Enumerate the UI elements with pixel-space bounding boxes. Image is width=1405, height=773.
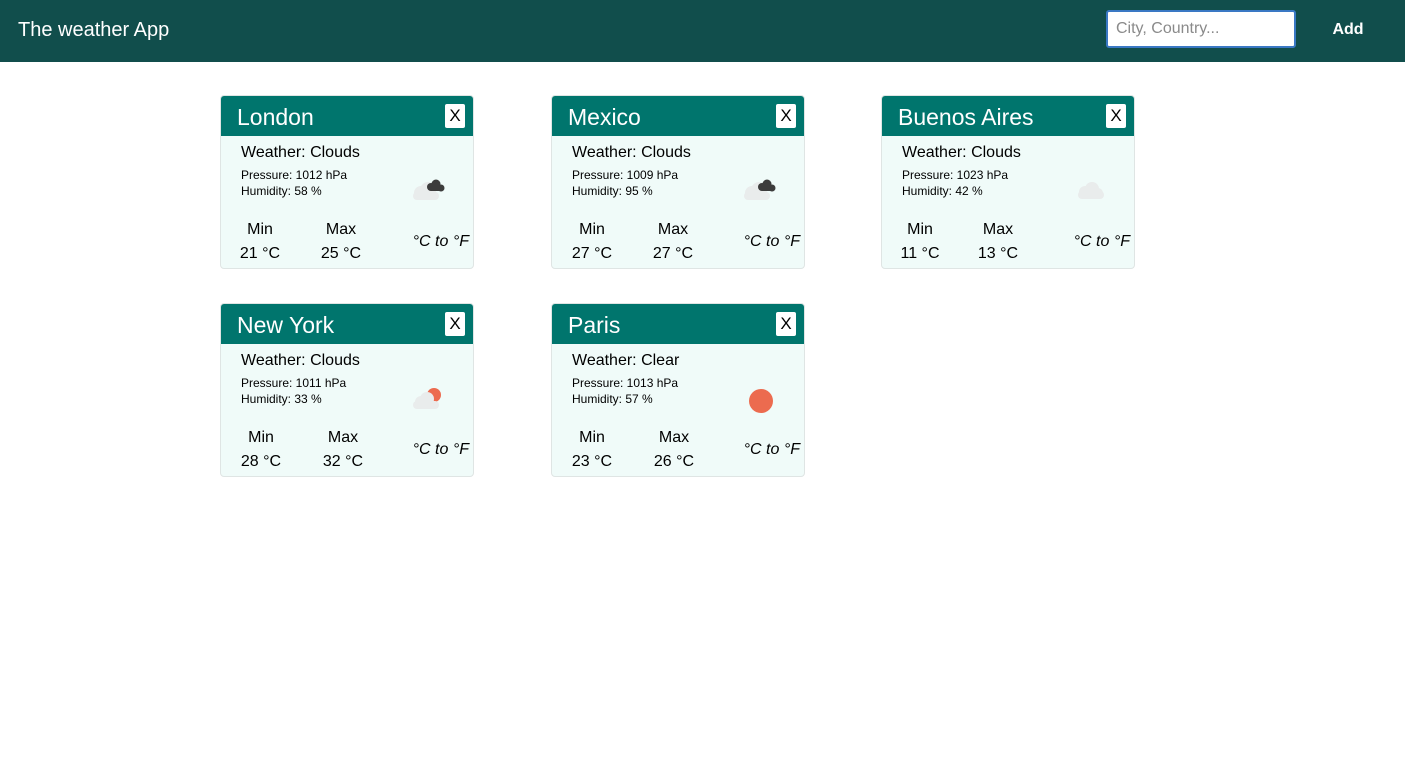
card-header: New York X	[221, 304, 473, 344]
pressure-text: Pressure: 1011 hPa	[241, 376, 347, 390]
city-name: Buenos Aires	[898, 104, 1034, 130]
humidity-text: Humidity: 57 %	[572, 392, 653, 406]
humidity-text: Humidity: 33 %	[241, 392, 322, 406]
min-label: Min	[579, 429, 605, 446]
card-header: Mexico X	[552, 96, 804, 136]
scattered-clouds-icon	[1078, 182, 1104, 199]
broken-clouds-icon	[744, 179, 776, 200]
remove-card-button[interactable]: X	[776, 104, 796, 128]
min-label: Min	[248, 429, 274, 446]
humidity-text: Humidity: 58 %	[241, 184, 322, 198]
broken-clouds-icon	[413, 179, 445, 200]
weather-card-paris: Paris X Weather: Clear Pressure: 1013 hP…	[551, 303, 805, 477]
weather-card-new-york: New York X Weather: Clouds Pressure: 101…	[220, 303, 474, 477]
unit-toggle[interactable]: °C to °F	[397, 232, 469, 252]
weather-condition: Weather: Clouds	[572, 144, 691, 161]
city-search-input[interactable]	[1106, 10, 1296, 48]
max-label: Max	[327, 429, 359, 446]
max-label: Max	[325, 221, 357, 238]
clear-sky-icon	[749, 389, 773, 413]
min-temp: 11 °C	[900, 245, 940, 262]
weather-card-london: London X Weather: Clouds Pressure: 1012 …	[220, 95, 474, 269]
card-header: Buenos Aires X	[882, 96, 1134, 136]
remove-card-button[interactable]: X	[776, 312, 796, 336]
weather-card-buenos-aires: Buenos Aires X Weather: Clouds Pressure:…	[881, 95, 1135, 269]
max-label: Max	[657, 221, 689, 238]
unit-toggle[interactable]: °C to °F	[1058, 232, 1130, 252]
remove-card-button[interactable]: X	[1106, 104, 1126, 128]
min-temp: 21 °C	[239, 245, 281, 262]
card-header: Paris X	[552, 304, 804, 344]
city-name: Mexico	[568, 104, 641, 130]
min-temp: 27 °C	[571, 245, 613, 262]
max-temp: 27 °C	[652, 245, 694, 262]
add-city-button[interactable]: Add	[1314, 14, 1382, 46]
card-header: London X	[221, 96, 473, 136]
city-name: London	[237, 104, 314, 130]
max-temp: 25 °C	[320, 245, 362, 262]
few-clouds-icon	[413, 388, 441, 409]
unit-toggle[interactable]: °C to °F	[397, 440, 469, 460]
pressure-text: Pressure: 1009 hPa	[572, 168, 679, 182]
min-label: Min	[579, 221, 605, 238]
max-label: Max	[658, 429, 690, 446]
min-temp: 23 °C	[571, 453, 613, 470]
remove-card-button[interactable]: X	[445, 104, 465, 128]
min-label: Min	[247, 221, 273, 238]
min-label: Min	[907, 221, 933, 238]
weather-condition: Weather: Clouds	[241, 144, 360, 161]
city-name: Paris	[568, 312, 621, 338]
unit-toggle[interactable]: °C to °F	[728, 440, 800, 460]
weather-condition: Weather: Clear	[572, 352, 680, 369]
humidity-text: Humidity: 95 %	[572, 184, 653, 198]
max-temp: 26 °C	[653, 453, 695, 470]
pressure-text: Pressure: 1012 hPa	[241, 168, 348, 182]
unit-toggle[interactable]: °C to °F	[728, 232, 800, 252]
max-temp: 13 °C	[977, 245, 1019, 262]
min-temp: 28 °C	[240, 453, 282, 470]
top-navbar: The weather App Add	[0, 0, 1405, 62]
weather-condition: Weather: Clouds	[902, 144, 1021, 161]
humidity-text: Humidity: 42 %	[902, 184, 983, 198]
app-title: The weather App	[18, 19, 170, 41]
max-temp: 32 °C	[322, 453, 364, 470]
weather-condition: Weather: Clouds	[241, 352, 360, 369]
remove-card-button[interactable]: X	[445, 312, 465, 336]
max-label: Max	[982, 221, 1014, 238]
city-name: New York	[237, 312, 335, 338]
weather-card-mexico: Mexico X Weather: Clouds Pressure: 1009 …	[551, 95, 805, 269]
pressure-text: Pressure: 1023 hPa	[902, 168, 1009, 182]
pressure-text: Pressure: 1013 hPa	[572, 376, 679, 390]
